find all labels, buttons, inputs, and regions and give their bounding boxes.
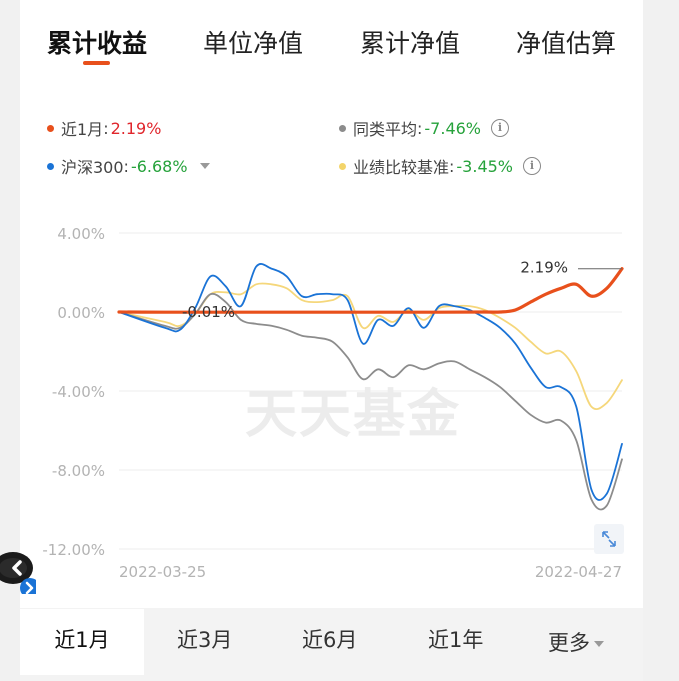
range-tab-6m[interactable]: 近6月 xyxy=(302,609,357,675)
range-tab-1y[interactable]: 近1年 xyxy=(428,609,483,675)
caret-down-icon xyxy=(594,641,604,647)
annotation-label: -0.01% xyxy=(182,303,235,321)
robot-icon xyxy=(0,552,40,598)
range-tab-1m[interactable]: 近1月 xyxy=(20,609,144,675)
range-tab-3m[interactable]: 近3月 xyxy=(177,609,232,675)
fund-chart-card: 累计收益 单位净值 累计净值 净值估算 近1月:2.19% 同类平均: -7.46… xyxy=(20,0,643,681)
range-tab-more-label: 更多 xyxy=(548,631,590,655)
watermark: 天天基金 xyxy=(245,385,461,445)
x-tick-label: 2022-03-25 xyxy=(119,563,206,581)
return-line-chart: 4.00% 0.00% -4.00% -8.00% -12.00% 天天基金 2022-03… xyxy=(42,225,624,581)
annotation-label: 2.19% xyxy=(520,259,568,277)
range-tab-more[interactable]: 更多 xyxy=(548,612,604,678)
y-tick-label: 4.00% xyxy=(57,225,105,243)
assistant-float-button[interactable] xyxy=(0,548,40,598)
y-tick-label: -12.00% xyxy=(42,541,105,559)
y-tick-label: -4.00% xyxy=(52,383,105,401)
y-tick-label: -8.00% xyxy=(52,462,105,480)
expand-icon[interactable] xyxy=(594,524,624,554)
x-tick-label: 2022-04-27 xyxy=(535,563,622,581)
y-tick-label: 0.00% xyxy=(57,304,105,322)
series-line xyxy=(118,263,623,501)
